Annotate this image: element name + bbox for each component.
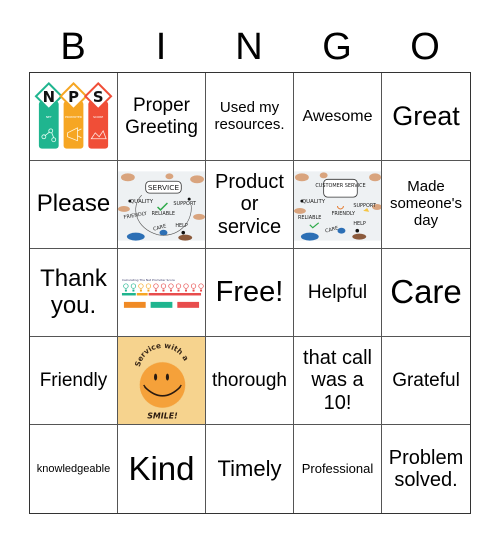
nps-logo-image: N P S NET PROMOTER SCORE [34,81,113,149]
word-support: SUPPORT [173,201,197,207]
cell-text: Made someone's day [389,178,463,229]
cell-text: thorough [211,369,287,391]
smiley-face-image: Service with a SMILE! [133,340,191,420]
nps-calculation-chart-image: Calculating The Net Promoter Score [118,274,205,311]
word-quality: QUALITY [302,199,326,205]
word-reliable: RELIABLE [298,214,321,220]
header-letter-g: G [322,26,352,68]
bingo-cell-r5c5[interactable]: Problem solved. [382,425,470,513]
nps-score-marker [147,289,150,292]
bingo-cell-free-space[interactable]: Service with a SMILE! [118,337,206,425]
cell-text: Grateful [392,369,460,391]
cell-text: Proper Greeting [125,95,198,138]
cell-text: that call was a 10! [303,346,372,414]
cell-text: Used my resources. [214,98,285,133]
nps-label-promoter: PROMOTER [65,114,82,118]
bingo-cell-r4c3[interactable]: thorough [206,337,294,425]
cell-text: Professional [301,460,374,476]
bingo-cell-r3c2[interactable]: Calculating The Net Promoter Score [118,249,206,337]
word-help: HELP [353,220,366,226]
cell-text: knowledgeable [36,462,111,475]
bingo-cell-r1c4[interactable]: Awesome [294,73,382,161]
bingo-card: N P S NET PROMOTER SCORE Proper Greeting… [29,72,471,514]
bingo-cell-r4c1[interactable]: Friendly [30,337,118,425]
bingo-cell-r3c4[interactable]: Helpful [294,249,382,337]
header-letter-o: O [410,26,440,68]
word-quality: QUALITY [130,199,154,205]
nps-label-net: NET [46,114,52,118]
nps-score-marker [200,289,203,292]
nps-letter-n: N [43,89,55,106]
bingo-cell-r2c4[interactable]: CUSTOMER SERVICE QUALITY SUPPORT RELIABL… [294,161,382,249]
cell-text: Timely [217,455,282,481]
nps-score-marker [177,289,180,292]
bingo-cell-r2c2[interactable]: SERVICE QUALITY SUPPORT FRIENDLY RELIABL… [118,161,206,249]
cell-text: Free! [215,276,284,309]
bingo-cell-r3c5[interactable]: Care [382,249,470,337]
bingo-cell-r5c2[interactable]: Kind [118,425,206,513]
nps-letter-p: P [68,89,79,106]
bingo-cell-r1c2[interactable]: Proper Greeting [118,73,206,161]
cell-text: Problem solved. [388,446,464,491]
bingo-header: B I N G O [29,22,469,72]
nps-score-marker [124,289,127,292]
nps-chart-title: Calculating The Net Promoter Score [122,278,175,282]
service-words-image: SERVICE QUALITY SUPPORT FRIENDLY RELIABL… [118,170,205,241]
bingo-cell-r4c5[interactable]: Grateful [382,337,470,425]
bingo-cell-r1c5[interactable]: Great [382,73,470,161]
cell-text: Please [36,190,111,218]
bingo-cell-r2c5[interactable]: Made someone's day [382,161,470,249]
nps-score-marker [132,289,135,292]
nps-score-marker [162,289,165,292]
word-help: HELP [175,222,188,228]
header-letter-n: N [235,26,263,68]
bingo-cell-r1c3[interactable]: Used my resources. [206,73,294,161]
smiley-bottom-text: SMILE! [147,411,178,420]
cell-text: Great [392,101,460,132]
bingo-cell-r5c1[interactable]: knowledgeable [30,425,118,513]
nps-score-marker [185,289,188,292]
cell-text: Helpful [307,281,368,303]
bingo-cell-r4c4[interactable]: that call was a 10! [294,337,382,425]
bingo-cell-r2c3[interactable]: Product or service [206,161,294,249]
bingo-cell-r5c3[interactable]: Timely [206,425,294,513]
cell-text: Awesome [302,107,373,125]
nps-score-marker [192,289,195,292]
word-customer-service: CUSTOMER SERVICE [315,183,365,189]
cell-text: Product or service [215,170,284,238]
nps-letter-s: S [93,89,104,106]
nps-score-marker [170,289,172,292]
cell-text: Thank you. [40,264,107,319]
customer-service-words-image: CUSTOMER SERVICE QUALITY SUPPORT RELIABL… [294,170,381,241]
cell-text: Friendly [39,369,108,391]
nps-score-marker [154,289,157,292]
bingo-cell-r3c3[interactable]: Free! [206,249,294,337]
cell-text: Kind [128,449,195,487]
word-friendly: FRIENDLY [332,210,356,216]
cell-text: Care [390,273,462,311]
nps-score-marker [139,289,142,292]
bingo-cell-r2c1[interactable]: Please [30,161,118,249]
bingo-cell-r1c1[interactable]: N P S NET PROMOTER SCORE [30,73,118,161]
header-letter-i: I [155,26,167,68]
header-letter-b: B [60,26,86,68]
word-service: SERVICE [148,183,180,192]
nps-label-score: SCORE [93,114,103,118]
bingo-cell-r5c4[interactable]: Professional [294,425,382,513]
word-reliable: RELIABLE [152,210,175,216]
word-support: SUPPORT [353,202,377,208]
bingo-cell-r3c1[interactable]: Thank you. [30,249,118,337]
